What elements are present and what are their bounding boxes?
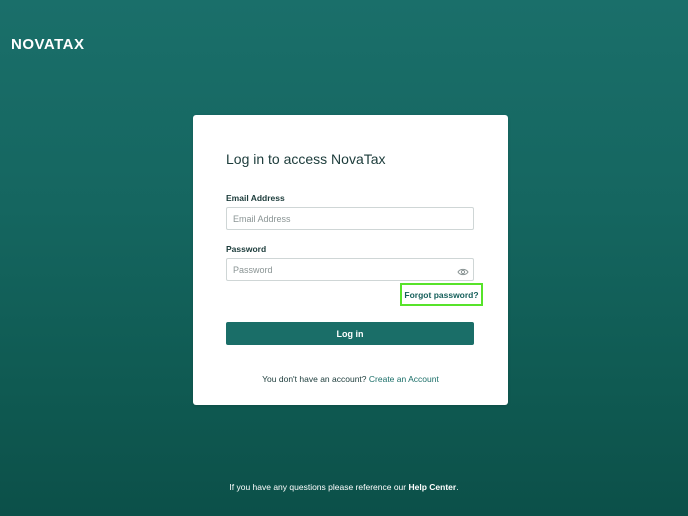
footer-text: If you have any questions please referen… — [229, 482, 407, 492]
login-title: Log in to access NovaTax — [226, 151, 386, 167]
email-label: Email Address — [226, 193, 285, 203]
eye-icon[interactable] — [457, 264, 469, 276]
email-field[interactable] — [226, 207, 474, 230]
password-label: Password — [226, 244, 267, 254]
signup-prompt: You don't have an account? Create an Acc… — [193, 374, 508, 384]
footer-help-text: If you have any questions please referen… — [0, 482, 688, 492]
password-field[interactable] — [226, 258, 474, 281]
forgot-password-link[interactable]: Forgot password? — [400, 283, 483, 306]
login-card: Log in to access NovaTax Email Address P… — [193, 115, 508, 405]
signup-prompt-text: You don't have an account? — [262, 374, 367, 384]
novatax-logo: NOVATAX — [11, 36, 85, 53]
footer-period: . — [456, 482, 459, 492]
login-button[interactable]: Log in — [226, 322, 474, 345]
create-account-link[interactable]: Create an Account — [369, 374, 439, 384]
help-center-link[interactable]: Help Center — [409, 482, 457, 492]
